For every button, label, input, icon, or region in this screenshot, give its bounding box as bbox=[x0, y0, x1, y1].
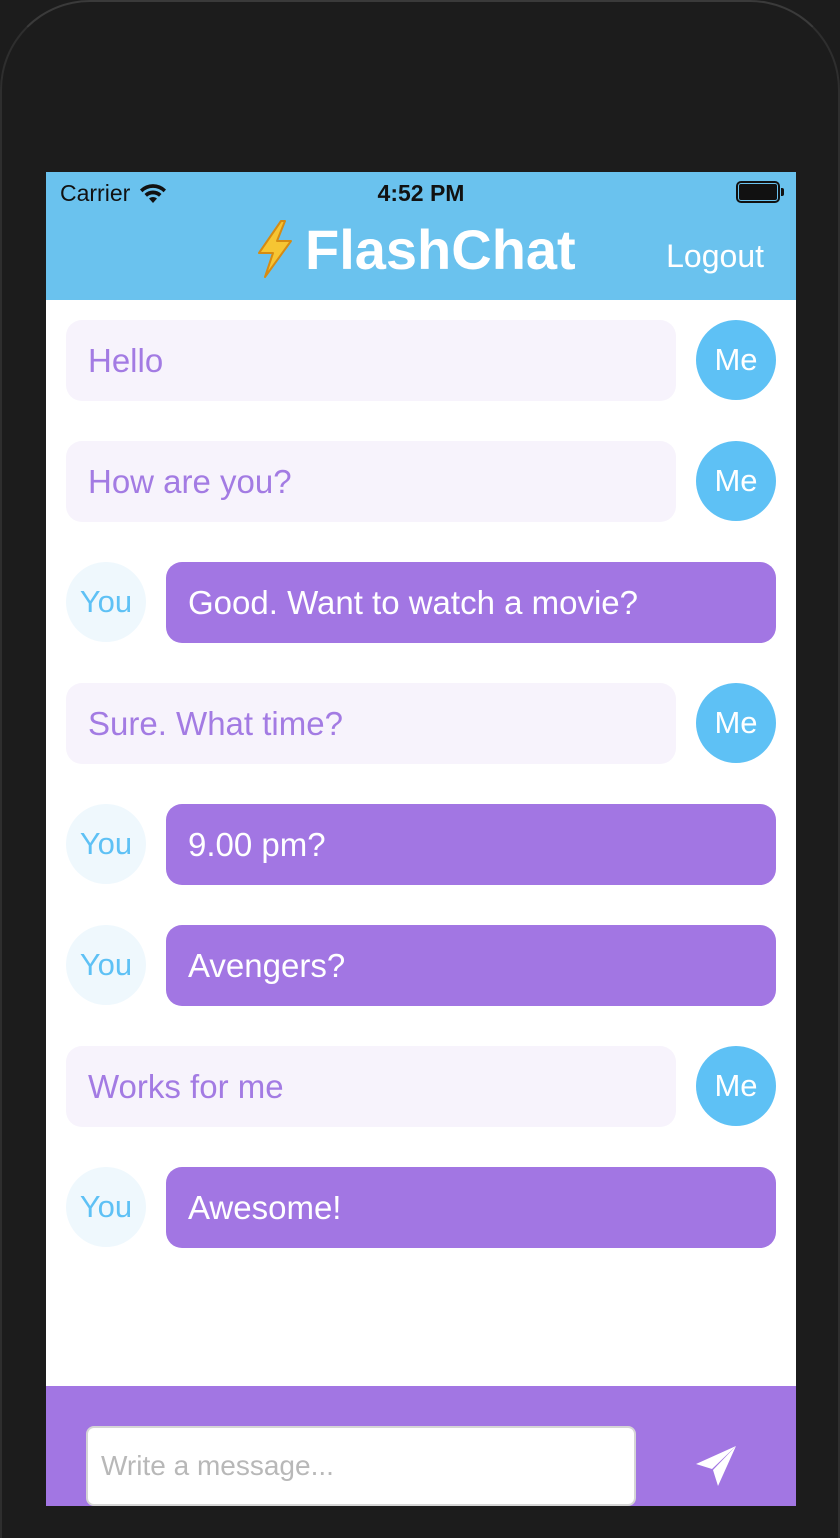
message-bubble: Awesome! bbox=[166, 1167, 776, 1248]
app-title: FlashChat bbox=[251, 216, 576, 282]
sender-avatar: Me bbox=[696, 320, 776, 400]
message-composer: Write a message... bbox=[46, 1386, 796, 1506]
message-bubble: Works for me bbox=[66, 1046, 676, 1127]
sender-avatar: Me bbox=[696, 441, 776, 521]
message-bubble: 9.00 pm? bbox=[166, 804, 776, 885]
app-title-text: FlashChat bbox=[305, 217, 576, 281]
message-bubble: How are you? bbox=[66, 441, 676, 522]
message-row: How are you? Me bbox=[46, 441, 796, 523]
sender-avatar: Me bbox=[696, 683, 776, 763]
sender-avatar: You bbox=[66, 925, 146, 1005]
sender-avatar: You bbox=[66, 1167, 146, 1247]
sender-avatar: Me bbox=[696, 1046, 776, 1126]
message-row: You Awesome! bbox=[46, 1167, 796, 1249]
message-row: Sure. What time? Me bbox=[46, 683, 796, 765]
app-screen: Carrier 4:52 PM FlashChat Logout Hello M… bbox=[46, 172, 796, 1506]
status-bar: Carrier 4:52 PM bbox=[46, 172, 796, 212]
message-bubble: Good. Want to watch a movie? bbox=[166, 562, 776, 643]
message-bubble: Sure. What time? bbox=[66, 683, 676, 764]
lightning-bolt-icon bbox=[258, 220, 292, 278]
status-time: 4:52 PM bbox=[377, 180, 465, 206]
message-row: Works for me Me bbox=[46, 1046, 796, 1128]
message-row: You Good. Want to watch a movie? bbox=[46, 562, 796, 644]
sender-avatar: You bbox=[66, 562, 146, 642]
navigation-bar: Carrier 4:52 PM FlashChat Logout bbox=[46, 172, 796, 300]
logout-button[interactable]: Logout bbox=[666, 238, 764, 275]
send-icon[interactable] bbox=[694, 1444, 738, 1488]
message-bubble: Hello bbox=[66, 320, 676, 401]
message-bubble: Avengers? bbox=[166, 925, 776, 1006]
message-row: Hello Me bbox=[46, 320, 796, 402]
message-input[interactable]: Write a message... bbox=[86, 1426, 636, 1506]
battery-icon bbox=[736, 181, 784, 203]
message-row: You Avengers? bbox=[46, 925, 796, 1007]
message-row: You 9.00 pm? bbox=[46, 804, 796, 886]
sender-avatar: You bbox=[66, 804, 146, 884]
